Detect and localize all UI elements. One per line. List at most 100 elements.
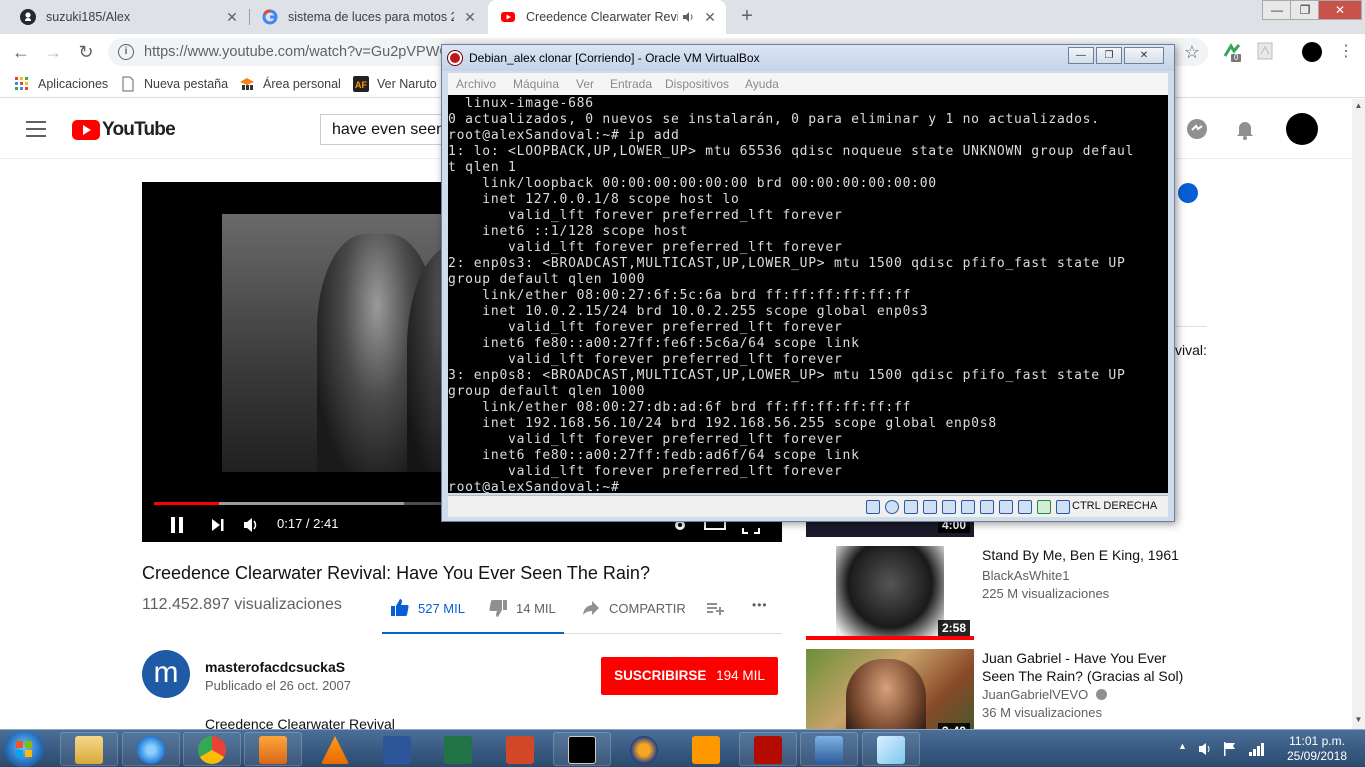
vlc-icon[interactable] [306, 732, 364, 766]
virtualbox-window[interactable]: Debian_alex clonar [Corriendo] - Oracle … [441, 44, 1175, 522]
sublime-icon[interactable] [677, 732, 735, 766]
keyboard-capture-icon[interactable] [1056, 500, 1070, 514]
dislike-button[interactable]: 14 MIL [488, 598, 556, 618]
thumbs-up-icon [391, 599, 409, 616]
page-scrollbar[interactable]: ▲ ▼ [1352, 99, 1365, 729]
menu-archivo[interactable]: Archivo [456, 77, 496, 91]
console-line: valid_lft forever preferred_lft forever [448, 352, 843, 367]
tab-close-button[interactable]: ✕ [462, 9, 478, 25]
audacity-icon[interactable] [615, 732, 673, 766]
menu-ver[interactable]: Ver [576, 77, 594, 91]
like-button[interactable]: 527 MIL [390, 598, 465, 618]
console-line: link/ether 08:00:27:db:ad:6f brd ff:ff:f… [448, 400, 912, 415]
bookmark-label: Nueva pestaña [144, 77, 229, 91]
forward-button[interactable]: → [40, 40, 66, 64]
mouse-integration-icon[interactable] [1037, 500, 1051, 514]
tab-close-button[interactable]: ✕ [224, 9, 240, 25]
menu-maquina[interactable]: Máquina [513, 77, 559, 91]
menu-dispositivos[interactable]: Dispositivos [665, 77, 729, 91]
explorer-icon[interactable] [60, 732, 118, 766]
profile-avatar[interactable] [1302, 42, 1322, 62]
volume-icon[interactable] [242, 516, 260, 534]
reload-button[interactable]: ↻ [73, 40, 99, 64]
media-player-icon[interactable] [244, 732, 302, 766]
display-icon[interactable] [980, 500, 994, 514]
optical-drive-icon[interactable] [885, 500, 899, 514]
tab-youtube[interactable]: Creedence Clearwater Revival ✕ [488, 0, 726, 34]
tab-google-search[interactable]: sistema de luces para motos 2 tiempos ✕ [250, 0, 486, 34]
maximize-button[interactable]: ❐ [1290, 0, 1320, 20]
chrome-icon[interactable] [183, 732, 241, 766]
action-center-flag-icon[interactable] [1222, 741, 1238, 757]
recommendation-title-partial[interactable]: vival: [1175, 342, 1207, 358]
vbox-titlebar[interactable]: Debian_alex clonar [Corriendo] - Oracle … [442, 45, 1174, 71]
bookmark-naruto[interactable]: AF Ver Naruto [353, 76, 437, 92]
google-icon [262, 9, 278, 25]
cmd-icon[interactable] [553, 732, 611, 766]
volume-tray-icon[interactable] [1198, 741, 1214, 757]
recommendation-item[interactable]: 2:58 Stand By Me, Ben E King, 1961 Black… [806, 546, 1206, 642]
guide-menu-icon[interactable] [26, 121, 46, 137]
scroll-down-arrow-icon[interactable]: ▼ [1354, 715, 1363, 724]
search-input[interactable]: have even seen [320, 114, 450, 145]
menu-entrada[interactable]: Entrada [610, 77, 652, 91]
bookmark-area-personal[interactable]: Área personal [239, 76, 341, 92]
audio-icon[interactable] [904, 500, 918, 514]
virtualbox-icon[interactable] [800, 732, 858, 766]
back-button[interactable]: ← [8, 40, 34, 64]
notifications-bell-icon[interactable] [1233, 117, 1257, 141]
close-window-button[interactable]: ✕ [1318, 0, 1362, 20]
minimize-button[interactable]: — [1262, 0, 1292, 20]
next-icon[interactable] [210, 517, 226, 533]
show-hidden-icons-arrow-icon[interactable]: ▲ [1178, 741, 1187, 751]
audio-playing-icon[interactable] [682, 11, 694, 23]
scroll-up-arrow-icon[interactable]: ▲ [1354, 101, 1363, 110]
channel-avatar[interactable]: m [142, 650, 190, 698]
site-info-icon[interactable]: i [118, 44, 134, 60]
bookmark-star-icon[interactable]: ☆ [1182, 42, 1202, 62]
excel-icon[interactable] [429, 732, 487, 766]
vbox-close-button[interactable]: ✕ [1124, 47, 1164, 64]
account-avatar[interactable] [1286, 113, 1318, 145]
network-signal-icon[interactable] [1248, 741, 1266, 757]
add-to-playlist-button[interactable] [705, 598, 733, 618]
tab-close-button[interactable]: ✕ [702, 9, 718, 25]
youtube-logo[interactable]: YouTube [72, 119, 176, 141]
internet-explorer-icon[interactable] [122, 732, 180, 766]
console-line: root@alexSandoval:~# [448, 480, 620, 493]
acrobat-icon[interactable] [739, 732, 797, 766]
bookmark-apps[interactable]: Aplicaciones [14, 76, 108, 92]
virtualization-icon[interactable] [1018, 500, 1032, 514]
new-tab-button[interactable]: + [734, 5, 760, 29]
start-button[interactable] [4, 731, 44, 767]
console-line: inet 127.0.0.1/8 scope host lo [448, 192, 740, 207]
menu-icon[interactable]: ⋮ [1336, 42, 1356, 62]
network-icon[interactable] [923, 500, 937, 514]
vbox-maximize-button[interactable]: ❐ [1096, 47, 1122, 64]
menu-ayuda[interactable]: Ayuda [745, 77, 779, 91]
vm-console[interactable]: linux-image-686 0 actualizados, 0 nuevos … [448, 95, 1168, 493]
subscribe-button[interactable]: SUSCRIBIRSE 194 MIL [601, 657, 778, 695]
extension-badge: 0 [1234, 53, 1239, 62]
more-actions-button[interactable]: ••• [752, 598, 768, 612]
pdf-extension-icon[interactable] [1256, 42, 1276, 62]
share-button[interactable]: COMPARTIR [581, 598, 686, 618]
tab-github[interactable]: suzuki185/Alex ✕ [8, 0, 248, 34]
vbox-minimize-button[interactable]: — [1068, 47, 1094, 64]
bookmark-new-tab[interactable]: Nueva pestaña [120, 76, 228, 92]
usb-icon[interactable] [942, 500, 956, 514]
powerpoint-icon[interactable] [491, 732, 549, 766]
hard-disk-icon[interactable] [866, 500, 880, 514]
notepad-icon[interactable] [862, 732, 920, 766]
youtube-logo-text: YouTube [102, 119, 176, 140]
channel-name[interactable]: masterofacdcsuckaS [205, 659, 345, 675]
video-capture-icon[interactable] [999, 500, 1013, 514]
word-icon[interactable] [368, 732, 426, 766]
shared-folders-icon[interactable] [961, 500, 975, 514]
taskbar-clock[interactable]: 11:01 p.m. 25/09/2018 [1282, 734, 1352, 764]
pause-icon[interactable] [169, 516, 185, 534]
autoplay-toggle[interactable] [1178, 183, 1198, 203]
extension-icon[interactable]: 0 [1222, 42, 1242, 62]
recommendation-title: Stand By Me, Ben E King, 1961 [982, 547, 1179, 563]
messages-icon[interactable] [1185, 117, 1209, 141]
